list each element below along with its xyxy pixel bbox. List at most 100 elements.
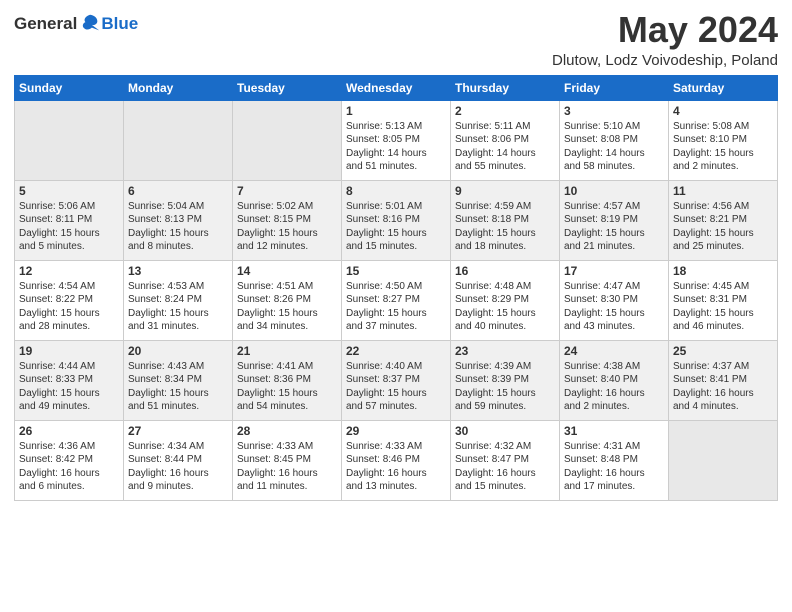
day-info: Sunrise: 4:54 AMSunset: 8:22 PMDaylight:… — [19, 280, 119, 334]
table-row: 13 Sunrise: 4:53 AMSunset: 8:24 PMDayligh… — [124, 260, 233, 340]
table-row: 3 Sunrise: 5:10 AMSunset: 8:08 PMDaylight… — [560, 100, 669, 180]
col-thursday: Thursday — [451, 75, 560, 100]
calendar-week-4: 19 Sunrise: 4:44 AMSunset: 8:33 PMDayligh… — [15, 340, 778, 420]
day-info: Sunrise: 4:59 AMSunset: 8:18 PMDaylight:… — [455, 200, 555, 254]
day-number: 5 — [19, 184, 119, 198]
day-number: 14 — [237, 264, 337, 278]
day-info: Sunrise: 4:53 AMSunset: 8:24 PMDaylight:… — [128, 280, 228, 334]
day-info: Sunrise: 4:37 AMSunset: 8:41 PMDaylight:… — [673, 360, 773, 414]
col-saturday: Saturday — [669, 75, 778, 100]
day-info: Sunrise: 5:06 AMSunset: 8:11 PMDaylight:… — [19, 200, 119, 254]
table-row: 22 Sunrise: 4:40 AMSunset: 8:37 PMDayligh… — [342, 340, 451, 420]
table-row: 30 Sunrise: 4:32 AMSunset: 8:47 PMDayligh… — [451, 420, 560, 500]
day-info: Sunrise: 4:56 AMSunset: 8:21 PMDaylight:… — [673, 200, 773, 254]
table-row: 10 Sunrise: 4:57 AMSunset: 8:19 PMDayligh… — [560, 180, 669, 260]
table-row: 25Sunrise: 4:37 AMSunset: 8:41 PMDayligh… — [669, 340, 778, 420]
logo-general-text: General — [14, 14, 77, 34]
table-row: 28 Sunrise: 4:33 AMSunset: 8:45 PMDayligh… — [233, 420, 342, 500]
table-row: 5 Sunrise: 5:06 AMSunset: 8:11 PMDaylight… — [15, 180, 124, 260]
calendar-table: Sunday Monday Tuesday Wednesday Thursday… — [14, 75, 778, 501]
table-row: 21 Sunrise: 4:41 AMSunset: 8:36 PMDayligh… — [233, 340, 342, 420]
table-row: 15 Sunrise: 4:50 AMSunset: 8:27 PMDayligh… — [342, 260, 451, 340]
table-row: 20 Sunrise: 4:43 AMSunset: 8:34 PMDayligh… — [124, 340, 233, 420]
day-info: Sunrise: 4:44 AMSunset: 8:33 PMDaylight:… — [19, 360, 119, 414]
calendar-week-3: 12 Sunrise: 4:54 AMSunset: 8:22 PMDayligh… — [15, 260, 778, 340]
location-title: Dlutow, Lodz Voivodeship, Poland — [552, 52, 778, 69]
table-row: 14Sunrise: 4:51 AMSunset: 8:26 PMDayligh… — [233, 260, 342, 340]
calendar-week-2: 5 Sunrise: 5:06 AMSunset: 8:11 PMDaylight… — [15, 180, 778, 260]
table-row: 2 Sunrise: 5:11 AMSunset: 8:06 PMDaylight… — [451, 100, 560, 180]
day-info: Sunrise: 4:36 AMSunset: 8:42 PMDaylight:… — [19, 440, 119, 494]
col-wednesday: Wednesday — [342, 75, 451, 100]
table-row: 31 Sunrise: 4:31 AMSunset: 8:48 PMDayligh… — [560, 420, 669, 500]
col-monday: Monday — [124, 75, 233, 100]
day-info: Sunrise: 5:02 AMSunset: 8:15 PMDaylight:… — [237, 200, 337, 254]
day-info: Sunrise: 4:47 AMSunset: 8:30 PMDaylight:… — [564, 280, 664, 334]
table-row — [233, 100, 342, 180]
day-number: 7 — [237, 184, 337, 198]
day-number: 3 — [564, 104, 664, 118]
day-number: 2 — [455, 104, 555, 118]
day-info: Sunrise: 4:41 AMSunset: 8:36 PMDaylight:… — [237, 360, 337, 414]
day-number: 9 — [455, 184, 555, 198]
day-number: 21 — [237, 344, 337, 358]
col-sunday: Sunday — [15, 75, 124, 100]
table-row: 11 Sunrise: 4:56 AMSunset: 8:21 PMDayligh… — [669, 180, 778, 260]
table-row: 1Sunrise: 5:13 AMSunset: 8:05 PMDaylight… — [342, 100, 451, 180]
day-info: Sunrise: 4:32 AMSunset: 8:47 PMDaylight:… — [455, 440, 555, 494]
day-number: 11 — [673, 184, 773, 198]
logo: General Blue — [14, 14, 138, 34]
table-row: 8Sunrise: 5:01 AMSunset: 8:16 PMDaylight… — [342, 180, 451, 260]
day-info: Sunrise: 4:50 AMSunset: 8:27 PMDaylight:… — [346, 280, 446, 334]
day-info: Sunrise: 4:45 AMSunset: 8:31 PMDaylight:… — [673, 280, 773, 334]
day-number: 19 — [19, 344, 119, 358]
col-tuesday: Tuesday — [233, 75, 342, 100]
table-row: 17Sunrise: 4:47 AMSunset: 8:30 PMDayligh… — [560, 260, 669, 340]
day-info: Sunrise: 5:08 AMSunset: 8:10 PMDaylight:… — [673, 120, 773, 174]
day-info: Sunrise: 4:31 AMSunset: 8:48 PMDaylight:… — [564, 440, 664, 494]
day-number: 12 — [19, 264, 119, 278]
calendar-week-1: 1Sunrise: 5:13 AMSunset: 8:05 PMDaylight… — [15, 100, 778, 180]
day-info: Sunrise: 4:33 AMSunset: 8:45 PMDaylight:… — [237, 440, 337, 494]
day-info: Sunrise: 4:33 AMSunset: 8:46 PMDaylight:… — [346, 440, 446, 494]
table-row: 18 Sunrise: 4:45 AMSunset: 8:31 PMDayligh… — [669, 260, 778, 340]
table-row: 23Sunrise: 4:39 AMSunset: 8:39 PMDayligh… — [451, 340, 560, 420]
table-row: 27 Sunrise: 4:34 AMSunset: 8:44 PMDayligh… — [124, 420, 233, 500]
table-row: 26 Sunrise: 4:36 AMSunset: 8:42 PMDayligh… — [15, 420, 124, 500]
day-number: 16 — [455, 264, 555, 278]
day-number: 24 — [564, 344, 664, 358]
day-info: Sunrise: 5:10 AMSunset: 8:08 PMDaylight:… — [564, 120, 664, 174]
day-info: Sunrise: 4:57 AMSunset: 8:19 PMDaylight:… — [564, 200, 664, 254]
day-number: 18 — [673, 264, 773, 278]
logo-bird-icon — [79, 12, 101, 34]
page: General Blue May 2024 Dlutow, Lodz Voivo… — [0, 0, 792, 612]
table-row: 6 Sunrise: 5:04 AMSunset: 8:13 PMDaylight… — [124, 180, 233, 260]
day-number: 30 — [455, 424, 555, 438]
day-number: 15 — [346, 264, 446, 278]
table-row — [15, 100, 124, 180]
day-number: 22 — [346, 344, 446, 358]
day-number: 28 — [237, 424, 337, 438]
table-row: 19 Sunrise: 4:44 AMSunset: 8:33 PMDayligh… — [15, 340, 124, 420]
day-number: 6 — [128, 184, 228, 198]
day-info: Sunrise: 5:11 AMSunset: 8:06 PMDaylight:… — [455, 120, 555, 174]
table-row: 12 Sunrise: 4:54 AMSunset: 8:22 PMDayligh… — [15, 260, 124, 340]
table-row: 9 Sunrise: 4:59 AMSunset: 8:18 PMDaylight… — [451, 180, 560, 260]
table-row: 7 Sunrise: 5:02 AMSunset: 8:15 PMDaylight… — [233, 180, 342, 260]
table-row: 16Sunrise: 4:48 AMSunset: 8:29 PMDayligh… — [451, 260, 560, 340]
day-number: 31 — [564, 424, 664, 438]
month-title: May 2024 — [552, 10, 778, 50]
day-info: Sunrise: 4:43 AMSunset: 8:34 PMDaylight:… — [128, 360, 228, 414]
day-number: 1 — [346, 104, 446, 118]
day-number: 27 — [128, 424, 228, 438]
day-number: 26 — [19, 424, 119, 438]
header: General Blue May 2024 Dlutow, Lodz Voivo… — [14, 10, 778, 69]
day-number: 20 — [128, 344, 228, 358]
day-number: 13 — [128, 264, 228, 278]
day-info: Sunrise: 4:34 AMSunset: 8:44 PMDaylight:… — [128, 440, 228, 494]
day-info: Sunrise: 4:40 AMSunset: 8:37 PMDaylight:… — [346, 360, 446, 414]
table-row: 29 Sunrise: 4:33 AMSunset: 8:46 PMDayligh… — [342, 420, 451, 500]
day-number: 29 — [346, 424, 446, 438]
day-number: 10 — [564, 184, 664, 198]
day-info: Sunrise: 5:04 AMSunset: 8:13 PMDaylight:… — [128, 200, 228, 254]
